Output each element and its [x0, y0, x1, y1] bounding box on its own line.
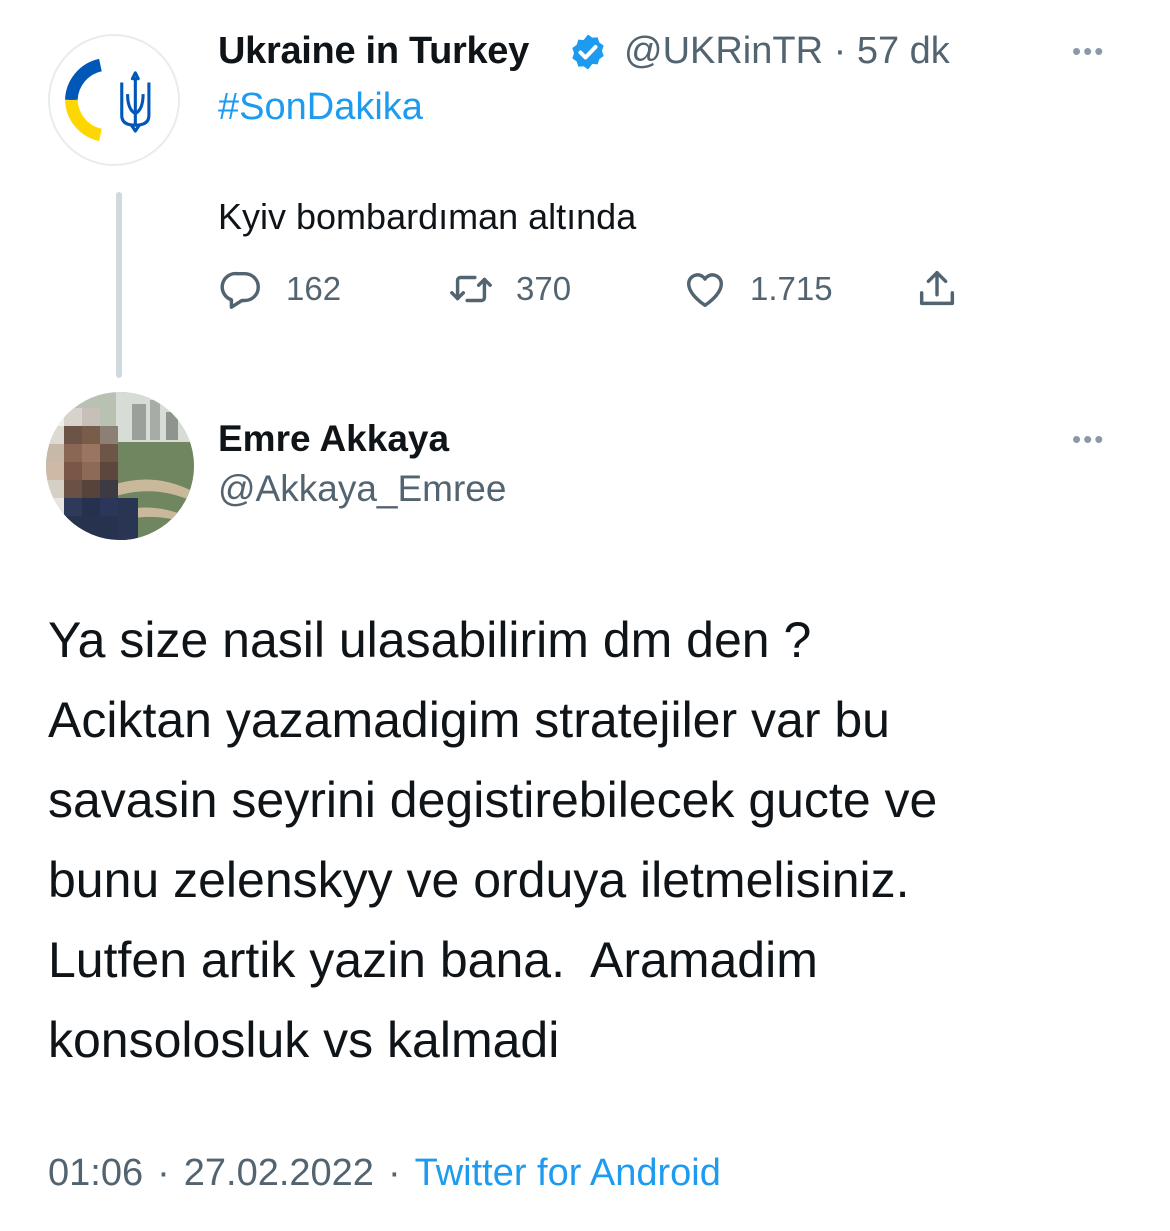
separator-dot: · — [157, 1152, 170, 1194]
like-action[interactable]: 1.715 — [682, 264, 833, 314]
reply-count: 162 — [286, 270, 342, 307]
retweet-count: 370 — [516, 270, 572, 307]
tweet-metadata: 01:06 · 27.02.2022 · Twitter for Android — [48, 1152, 721, 1195]
reply-handle[interactable]: @Akkaya_Emree — [218, 468, 506, 510]
parent-handle-and-time[interactable]: @UKRinTR · 57 dk — [624, 30, 950, 73]
parent-tweet-text: Kyiv bombardıman altında — [218, 196, 637, 237]
like-count: 1.715 — [750, 270, 833, 307]
reply-author-avatar[interactable] — [46, 392, 194, 540]
reply-action[interactable]: 162 — [218, 264, 341, 314]
retweet-action[interactable]: 370 — [448, 264, 571, 314]
parent-display-name[interactable]: Ukraine in Turkey — [218, 30, 529, 73]
thread-connector-line — [116, 192, 122, 378]
avatar-photo-icon — [46, 392, 194, 540]
tweet-time[interactable]: 01:06 — [48, 1152, 143, 1195]
reply-display-name[interactable]: Emre Akkaya — [218, 418, 449, 460]
reply-icon — [220, 271, 260, 309]
embassy-avatar[interactable] — [48, 34, 180, 166]
parent-handle[interactable]: @UKRinTR — [624, 30, 823, 72]
more-options-icon[interactable]: ••• — [1072, 424, 1105, 455]
tweet-date[interactable]: 27.02.2022 — [184, 1152, 374, 1195]
more-options-icon[interactable]: ••• — [1072, 36, 1105, 67]
separator-dot: · — [387, 1152, 401, 1194]
share-icon — [919, 270, 955, 306]
share-action[interactable] — [914, 264, 960, 314]
verified-badge-icon — [572, 34, 604, 70]
reply-tweet-text: Ya size nasil ulasabilirim dm den ? Acik… — [48, 612, 938, 1068]
hashtag-link[interactable]: #SonDakika — [218, 86, 423, 129]
embassy-logo-icon — [65, 58, 151, 142]
parent-time-ago[interactable]: 57 dk — [857, 30, 950, 72]
like-icon — [686, 273, 724, 308]
tweet-source-link[interactable]: Twitter for Android — [415, 1152, 721, 1195]
retweet-icon — [450, 275, 492, 303]
separator-dot: · — [833, 30, 847, 72]
